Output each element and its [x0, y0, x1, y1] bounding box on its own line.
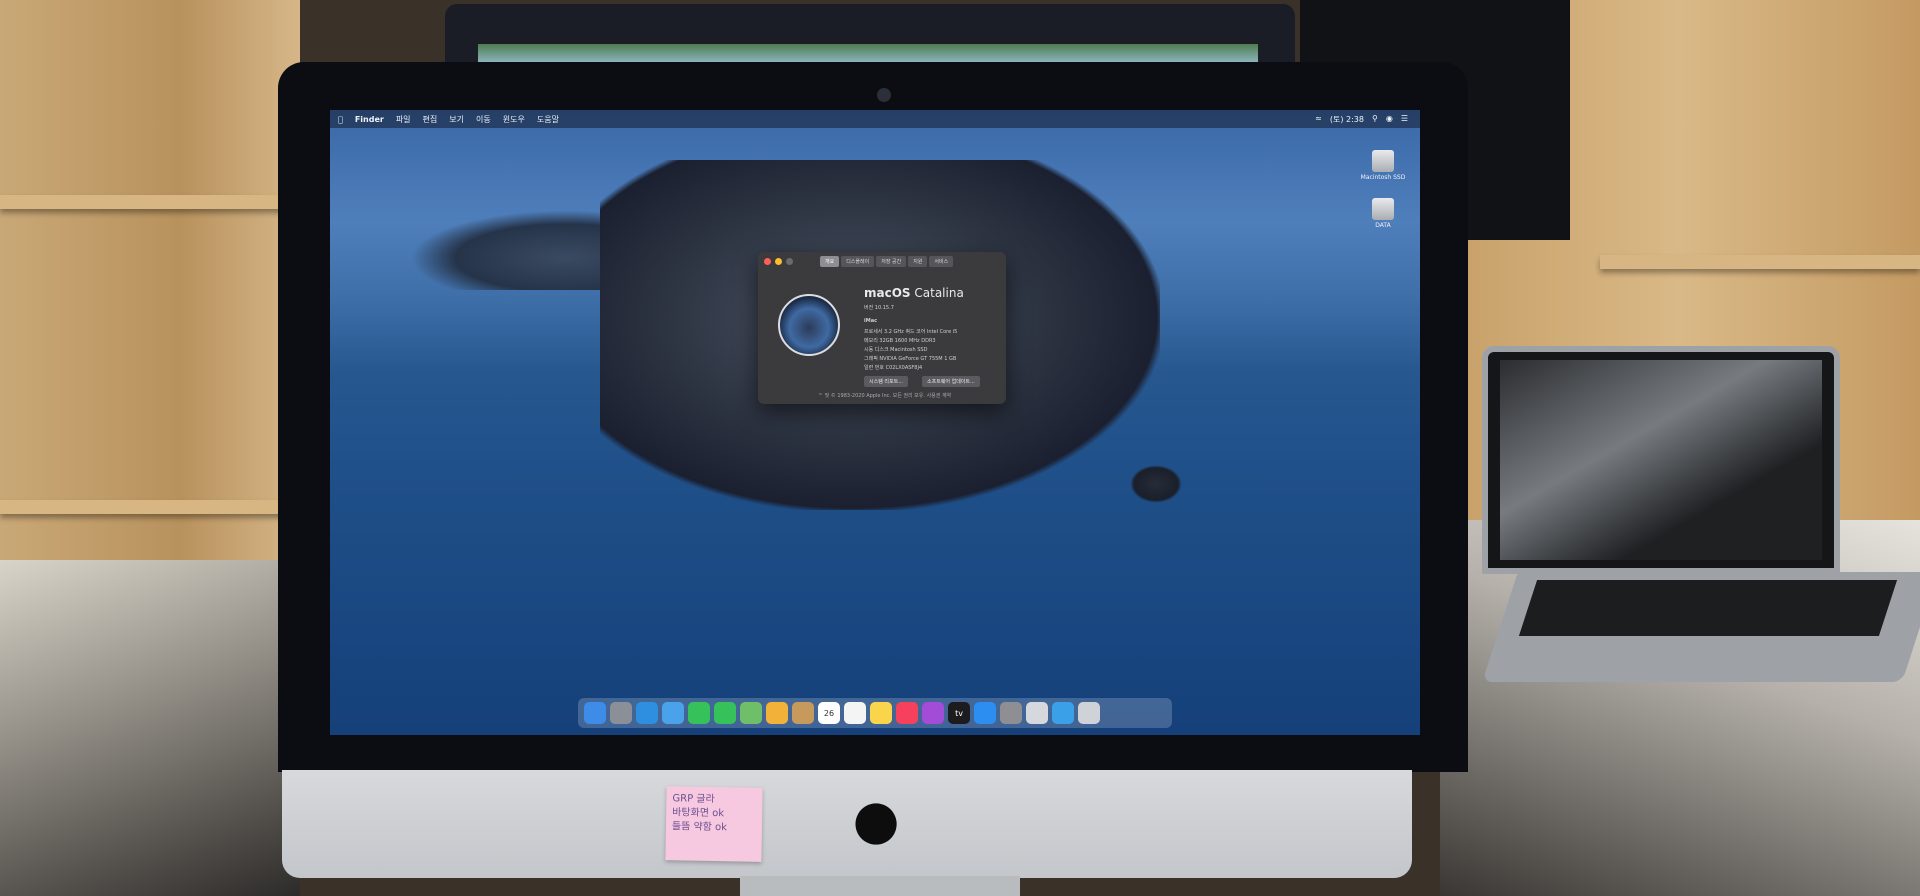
calendar-icon[interactable]: 26 — [818, 702, 840, 724]
camera-icon — [877, 88, 891, 102]
laptop-screen — [1500, 360, 1822, 560]
hard-disk-icon — [1372, 150, 1394, 172]
search-icon[interactable]: ⚲ — [1372, 114, 1378, 125]
photos-icon[interactable] — [766, 702, 788, 724]
os-title: macOS Catalina — [864, 286, 964, 300]
imac-chin — [282, 770, 1412, 878]
sticky-note-line: GRP 글라 — [672, 793, 715, 806]
os-version: 버전 10.15.7 — [864, 305, 894, 311]
apple-logo-icon: ● — [852, 788, 900, 851]
menu-go[interactable]: 이동 — [476, 114, 491, 125]
model-name: iMac — [864, 318, 878, 324]
sticky-note-line: 바탕화면 ok — [672, 807, 725, 820]
shelf-plank — [1600, 255, 1920, 269]
os-version-name: Catalina — [914, 286, 964, 300]
app-store-icon[interactable] — [974, 702, 996, 724]
menu-edit[interactable]: 편집 — [423, 114, 438, 125]
downloads-icon[interactable] — [1052, 702, 1074, 724]
desktop-icon-data[interactable]: DATA — [1358, 198, 1408, 229]
trash-icon[interactable] — [1078, 702, 1100, 724]
menu-finder[interactable]: Finder — [355, 115, 384, 124]
tab-overview[interactable]: 개요 — [820, 256, 840, 267]
close-button[interactable] — [764, 258, 771, 265]
siri-icon[interactable]: ◉ — [1386, 114, 1393, 125]
system-preferences-icon[interactable] — [1000, 702, 1022, 724]
menu-view[interactable]: 보기 — [449, 114, 464, 125]
spec-graphics: 그래픽 NVIDIA GeForce GT 755M 1 GB — [864, 356, 957, 362]
shelf-plank — [0, 195, 300, 209]
messages-icon[interactable] — [714, 702, 736, 724]
podcasts-icon[interactable] — [922, 702, 944, 724]
zoom-button[interactable] — [786, 258, 793, 265]
window-controls — [764, 258, 793, 265]
spec-serial: 일련 번호 C02LX0ASF8J4 — [864, 365, 923, 371]
sticky-note: GRP 글라 바탕화면 ok 들뜸 약함 ok — [665, 786, 763, 862]
tab-storage[interactable]: 저장 공간 — [876, 256, 907, 267]
preview-icon[interactable] — [1026, 702, 1048, 724]
menu-window[interactable]: 윈도우 — [503, 114, 525, 125]
copyright-footer: ™ 및 © 1983-2020 Apple Inc. 모든 권리 보유. 사용권… — [818, 393, 952, 399]
macos-catalina-logo-icon — [778, 294, 840, 356]
about-tabs: 개요 디스플레이 저장 공간 지원 서비스 — [820, 256, 954, 267]
tv-icon[interactable]: tv — [948, 702, 970, 724]
facetime-icon[interactable] — [688, 702, 710, 724]
tab-service[interactable]: 서비스 — [929, 256, 954, 267]
spec-memory: 메모리 32GB 1600 MHz DDR3 — [864, 338, 936, 344]
menu-file[interactable]: 파일 — [396, 114, 411, 125]
sticky-note-line: 들뜸 약함 ok — [671, 821, 728, 834]
laptop-keyboard — [1518, 580, 1898, 636]
dock-item-label: tv — [955, 708, 963, 718]
wifi-icon[interactable]: ≈ — [1315, 114, 1322, 125]
imac-screen:  Finder 파일 편집 보기 이동 윈도우 도움말 ≈ (토) 2:38 … — [330, 110, 1420, 735]
tab-displays[interactable]: 디스플레이 — [841, 256, 875, 267]
shelf-plank — [0, 500, 300, 514]
minimize-button[interactable] — [775, 258, 782, 265]
desktop-icon-label: DATA — [1375, 222, 1391, 229]
notes-icon[interactable] — [870, 702, 892, 724]
launchpad-icon[interactable] — [610, 702, 632, 724]
imac-stand — [740, 876, 1020, 896]
system-report-button[interactable]: 시스템 리포트... — [864, 376, 908, 387]
desktop-icon-label: Macintosh SSD — [1360, 174, 1406, 181]
mail-icon[interactable] — [662, 702, 684, 724]
spec-processor: 프로세서 3.2 GHz 쿼드 코어 Intel Core i5 — [864, 329, 958, 335]
software-update-button[interactable]: 소프트웨어 업데이트... — [922, 376, 980, 387]
dock-item-label: 26 — [823, 708, 835, 718]
desktop-icon-macintosh-ssd[interactable]: Macintosh SSD — [1358, 150, 1408, 181]
dock: 26 tv — [578, 698, 1172, 728]
sea-rock — [1130, 465, 1182, 503]
hard-disk-icon — [1372, 198, 1394, 220]
menu-bar:  Finder 파일 편집 보기 이동 윈도우 도움말 ≈ (토) 2:38 … — [330, 110, 1420, 128]
apple-menu-icon[interactable]:  — [338, 115, 343, 124]
os-name: macOS — [864, 286, 911, 300]
desk-clutter-left — [0, 560, 300, 896]
safari-icon[interactable] — [636, 702, 658, 724]
menu-clock[interactable]: (토) 2:38 — [1330, 114, 1364, 125]
music-icon[interactable] — [896, 702, 918, 724]
reminders-icon[interactable] — [844, 702, 866, 724]
tab-support[interactable]: 지원 — [908, 256, 928, 267]
finder-icon[interactable] — [584, 702, 606, 724]
maps-icon[interactable] — [740, 702, 762, 724]
spec-startup-disk: 시동 디스크 Macintosh SSD — [864, 347, 928, 353]
notification-center-icon[interactable]: ☰ — [1401, 114, 1408, 125]
contacts-icon[interactable] — [792, 702, 814, 724]
menu-help[interactable]: 도움말 — [537, 114, 559, 125]
about-this-mac-window: 개요 디스플레이 저장 공간 지원 서비스 macOS Catalina 버전 … — [758, 252, 1006, 404]
